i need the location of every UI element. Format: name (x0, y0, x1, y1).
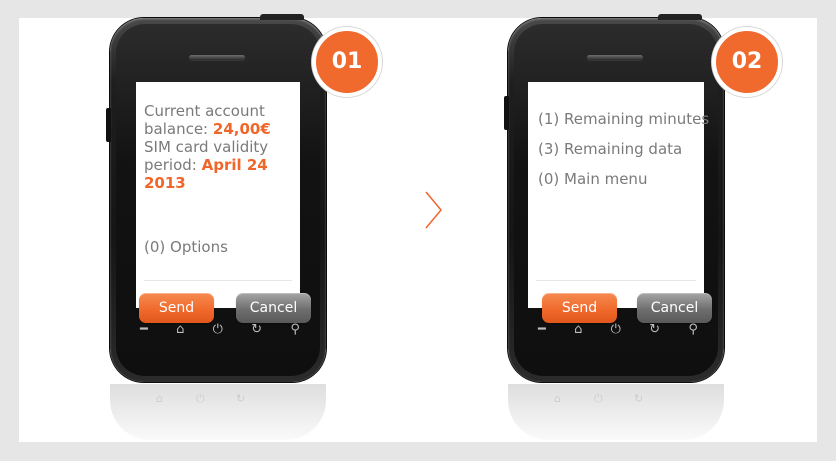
chevron-right-icon (425, 191, 442, 229)
power-icon: ⏻ (610, 322, 621, 337)
options-item[interactable]: (0) Options (144, 238, 228, 256)
period-row: period: April 24 2013 (144, 156, 296, 192)
step-badge-1: 01 (312, 27, 382, 97)
balance-message: Current account balance: 24,00€ SIM card… (144, 102, 296, 192)
balance-label: balance: (144, 120, 213, 138)
phone-step-2: (1) Remaining minutes (3) Remaining data… (504, 14, 724, 382)
send-button[interactable]: Send (542, 293, 617, 323)
balance-value: 24,00€ (212, 120, 271, 138)
menu-item-main-menu[interactable]: (0) Main menu (538, 170, 647, 188)
phone-screen: Current account balance: 24,00€ SIM card… (136, 82, 311, 323)
phone-reflection: ⌂ ⏻ ↻ (508, 384, 724, 440)
speaker-grill (587, 55, 643, 60)
back-icon: ↻ (251, 322, 263, 337)
cancel-button[interactable]: Cancel (236, 293, 311, 323)
balance-row: balance: 24,00€ (144, 120, 296, 138)
home-icon: ⌂ (574, 322, 583, 337)
phone-step-1: Current account balance: 24,00€ SIM card… (106, 14, 326, 382)
menu-item-remaining-data[interactable]: (3) Remaining data (538, 140, 682, 158)
step-badge-2: 02 (712, 27, 782, 97)
period-label: period: (144, 156, 202, 174)
phone-nav-bar: ━ ⌂ ⏻ ↻ ⚲ (538, 320, 698, 340)
back-icon: ↻ (649, 322, 661, 337)
power-icon: ⏻ (212, 322, 223, 337)
speaker-grill (189, 55, 245, 60)
search-icon: ⚲ (290, 322, 300, 337)
divider (144, 280, 292, 281)
phone-screen: (1) Remaining minutes (3) Remaining data… (528, 82, 712, 323)
balance-line: Current account (144, 102, 265, 120)
phone-reflection: ⌂ ⏻ ↻ (110, 384, 326, 440)
phone-nav-bar: ━ ⌂ ⏻ ↻ ⚲ (140, 320, 300, 340)
call-icon: ━ (140, 322, 148, 337)
divider (536, 280, 696, 281)
send-button[interactable]: Send (139, 293, 214, 323)
cancel-button[interactable]: Cancel (637, 293, 712, 323)
menu-item-remaining-minutes[interactable]: (1) Remaining minutes (538, 110, 709, 128)
side-button (504, 96, 509, 130)
search-icon: ⚲ (688, 322, 698, 337)
call-icon: ━ (538, 322, 546, 337)
top-button (658, 14, 702, 20)
top-button (260, 14, 304, 20)
validity-line: SIM card validity (144, 138, 269, 156)
home-icon: ⌂ (176, 322, 185, 337)
side-button (106, 108, 111, 142)
